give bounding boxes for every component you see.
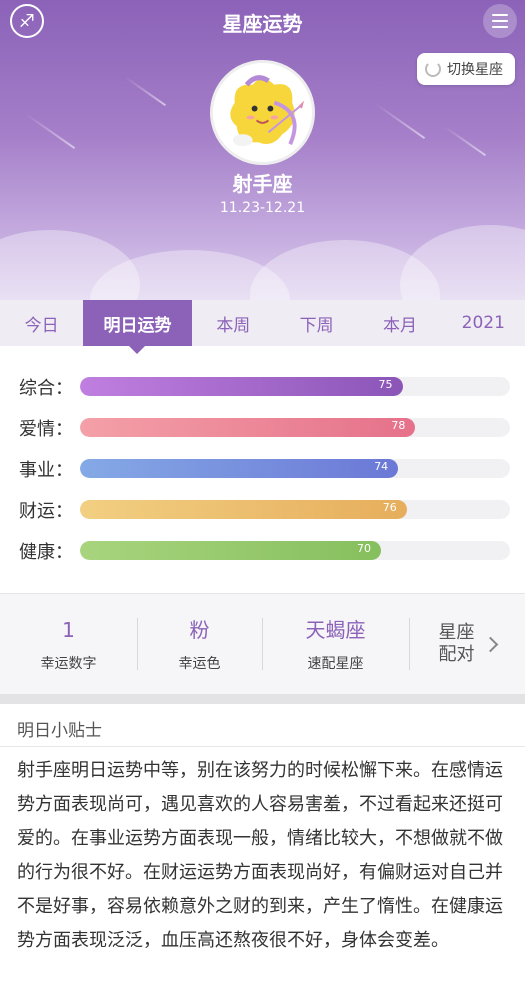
score-row-health: 健康： 70	[0, 530, 525, 571]
tab-today[interactable]: 今日	[0, 300, 83, 346]
decorative-streak	[123, 75, 167, 107]
menu-button[interactable]	[483, 4, 517, 38]
tab-this-week[interactable]: 本周	[192, 300, 275, 346]
lucky-info-row: 1 幸运数字 粉 幸运色 天蝎座 速配星座 星座配对	[0, 593, 525, 694]
score-bar-fill: 78	[80, 418, 416, 437]
tab-next-week[interactable]: 下周	[275, 300, 358, 346]
sagittarius-cupid-icon	[210, 60, 315, 165]
score-row-wealth: 财运： 76	[0, 489, 525, 530]
tips-separator	[0, 746, 525, 747]
decorative-streak	[24, 112, 76, 150]
score-bar-fill: 74	[80, 459, 399, 478]
decorative-cloud	[400, 225, 525, 300]
header-banner: ♐ 星座运势 切换星座 射手座 11.23-12.21	[0, 0, 525, 300]
lucky-color-value: 粉	[189, 618, 210, 642]
sign-date-range: 11.23-12.21	[219, 200, 306, 216]
score-value: 70	[357, 542, 371, 555]
score-row-career: 事业： 74	[0, 448, 525, 489]
lucky-number-label: 幸运数字	[40, 656, 97, 672]
score-track: 75	[80, 377, 510, 396]
sign-match-label: 星座配对	[438, 622, 475, 665]
score-label: 财运：	[19, 501, 73, 522]
score-label: 综合：	[19, 378, 73, 399]
lucky-color-label: 幸运色	[178, 656, 221, 672]
tab-this-month[interactable]: 本月	[358, 300, 441, 346]
score-track: 78	[80, 418, 510, 437]
score-label: 爱情：	[19, 419, 73, 440]
lucky-number: 1 幸运数字	[0, 608, 137, 680]
score-value: 74	[374, 460, 389, 473]
lucky-match-sign: 天蝎座 速配星座	[262, 608, 409, 680]
menu-icon	[492, 14, 508, 16]
switch-sign-button[interactable]: 切换星座	[417, 53, 515, 85]
tab-tomorrow[interactable]: 明日运势	[83, 300, 192, 354]
period-tabs: 今日 明日运势 本周 下周 本月 2021	[0, 300, 525, 354]
score-label: 健康：	[19, 542, 73, 563]
decorative-streak	[374, 102, 426, 140]
lucky-match-sign-value: 天蝎座	[305, 618, 366, 642]
tips-text: 射手座明日运势中等，别在该努力的时候松懈下来。在感情运势方面表现尚可，遇见喜欢的…	[17, 760, 503, 951]
score-bar-fill: 75	[80, 377, 403, 396]
score-value: 76	[382, 501, 397, 514]
switch-sign-label: 切换星座	[447, 62, 503, 78]
score-bar-fill: 76	[80, 500, 407, 519]
score-row-love: 爱情： 78	[0, 407, 525, 448]
sign-match-button[interactable]: 星座配对	[409, 608, 525, 680]
tips-title: 明日小贴士	[17, 721, 102, 741]
section-divider	[0, 694, 525, 704]
score-track: 70	[80, 541, 510, 560]
score-row-overall: 综合： 75	[0, 366, 525, 407]
tab-year[interactable]: 2021	[442, 300, 525, 346]
score-value: 78	[391, 419, 406, 432]
lucky-number-value: 1	[62, 618, 75, 642]
chevron-right-icon	[482, 636, 498, 652]
sign-name: 射手座	[232, 172, 293, 196]
decorative-streak	[443, 125, 487, 157]
score-value: 75	[378, 378, 393, 391]
lucky-match-sign-label: 速配星座	[307, 656, 364, 672]
lucky-color: 粉 幸运色	[137, 608, 262, 680]
score-bar-fill: 70	[80, 541, 381, 560]
score-label: 事业：	[19, 460, 73, 481]
score-track: 74	[80, 459, 510, 478]
score-track: 76	[80, 500, 510, 519]
fortune-scores: 综合： 75 爱情： 78 事业： 74 财运： 76 健康： 70	[0, 366, 525, 571]
app-title: 星座运势	[222, 12, 303, 36]
refresh-icon	[425, 61, 441, 77]
